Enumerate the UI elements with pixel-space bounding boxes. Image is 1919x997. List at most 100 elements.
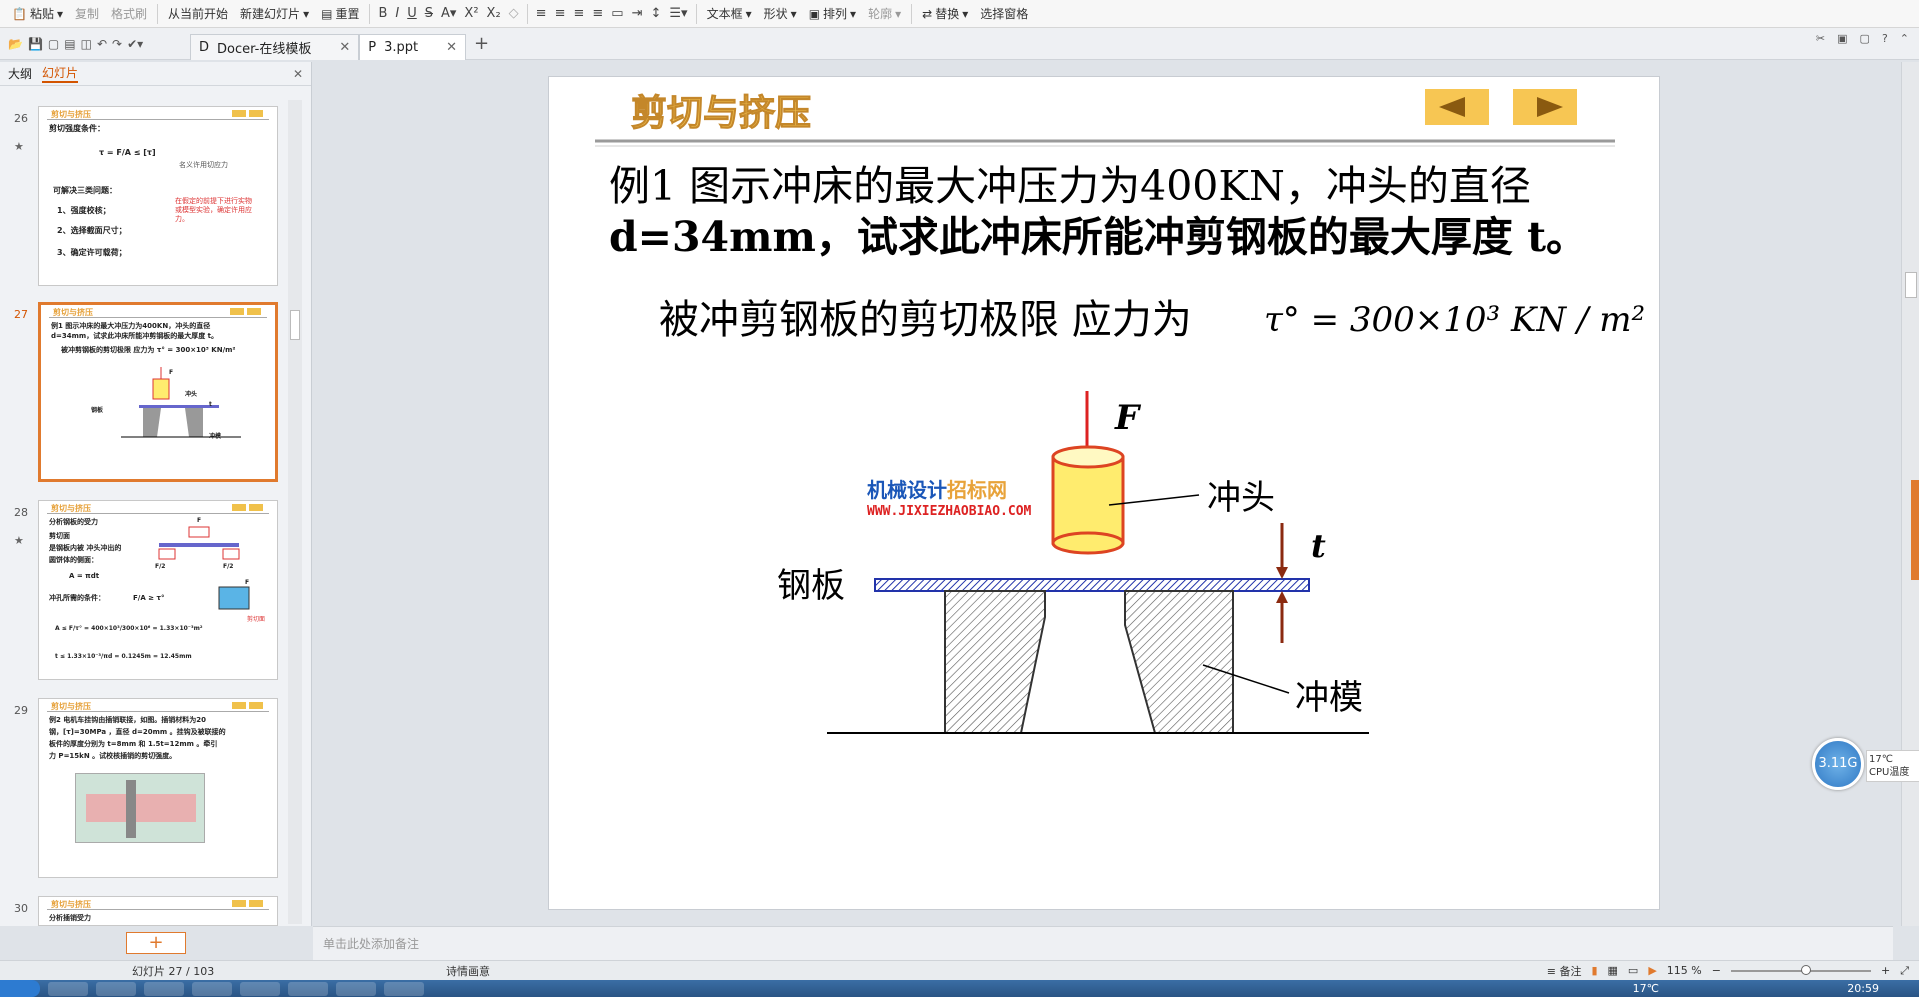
list-item: 28 ★ 剪切与挤压 分析钢板的受力 剪切面 是钢板内被 冲头冲出的 圆饼体的侧… (0, 500, 300, 680)
add-tab-icon[interactable]: + (474, 33, 489, 54)
chevron-down-icon: ▾ (56, 6, 63, 21)
taskbar-app[interactable] (288, 981, 328, 996)
undo-icon[interactable]: ↶ (97, 37, 107, 51)
tab-3ppt[interactable]: P 3.ppt ✕ (359, 33, 467, 60)
reset-button[interactable]: ▤ 重置 (315, 2, 365, 26)
strikethrough-icon[interactable]: S (421, 6, 437, 21)
start-button[interactable] (0, 980, 40, 997)
slide-thumbnail-26[interactable]: 剪切与挤压 剪切强度条件： τ = F/A ≤ [τ] 可解决三类问题： 1、强… (38, 106, 278, 286)
thumbnail-scrollbar[interactable] (288, 100, 302, 924)
taskbar-app[interactable] (384, 981, 424, 996)
justify-icon[interactable]: ≡ (588, 6, 607, 21)
minimize-icon[interactable]: ▢ (1860, 32, 1870, 45)
customize-icon[interactable]: ✔▾ (127, 37, 143, 51)
fit-icon[interactable]: ⤢ (1900, 964, 1909, 978)
taskbar-app[interactable] (192, 981, 232, 996)
chevron-down-icon: ▾ (962, 6, 969, 21)
tab-docer[interactable]: D Docer-在线模板 ✕ (190, 33, 360, 60)
thumb-text: 冲模 (209, 433, 222, 440)
thumb-text: F (197, 517, 202, 524)
sorter-view-icon[interactable]: ▦ (1608, 964, 1618, 977)
close-icon[interactable]: ✕ (293, 67, 303, 81)
side-panel-tab[interactable] (1911, 480, 1919, 580)
scrollbar-thumb[interactable] (1905, 272, 1917, 298)
collapse-icon[interactable]: ⌃ (1900, 32, 1909, 45)
zoom-in-icon[interactable]: + (1881, 964, 1890, 977)
align-right-icon[interactable]: ≡ (569, 6, 588, 21)
thumb-text: t (209, 401, 212, 408)
save-icon[interactable]: 💾 (28, 37, 43, 51)
close-icon[interactable]: ✕ (339, 40, 350, 55)
thumb-text: F (245, 579, 250, 586)
tab-slides[interactable]: 幻灯片 (42, 64, 79, 83)
print-icon[interactable]: ▤ (64, 37, 75, 51)
notes-toggle[interactable]: ≡ 备注 (1547, 963, 1582, 979)
taskbar-app[interactable] (240, 981, 280, 996)
taskbar-app[interactable] (144, 981, 184, 996)
slide-thumbnail-28[interactable]: 剪切与挤压 分析钢板的受力 剪切面 是钢板内被 冲头冲出的 圆饼体的侧面： A … (38, 500, 278, 680)
slide-thumbnail-30[interactable]: 剪切与挤压 分析插销受力 (38, 896, 278, 926)
slide-thumbnail-29[interactable]: 剪切与挤压 例2 电机车挂钩由插销联接，如图。插销材料为20 钢，[τ]=30M… (38, 698, 278, 878)
distribute-icon[interactable]: ▭ (607, 6, 627, 21)
clear-format-icon[interactable]: ◇ (505, 6, 523, 21)
format-painter-button[interactable]: 格式刷 (105, 2, 153, 26)
divider (47, 711, 269, 712)
cpu-frequency: 3.11G (1812, 738, 1864, 790)
taskbar-app[interactable] (336, 981, 376, 996)
pin-icon[interactable]: ✂ (1816, 32, 1825, 45)
thumb-text: 1、强度校核； (57, 206, 111, 215)
slideshow-icon[interactable]: ▶ (1648, 964, 1656, 977)
scrollbar-thumb[interactable] (290, 310, 300, 340)
indent-icon[interactable]: ⇥ (628, 6, 647, 21)
align-left-icon[interactable]: ≡ (532, 6, 551, 21)
thumb-text: 可解决三类问题： (53, 186, 117, 195)
normal-view-icon[interactable]: ▮ (1591, 964, 1597, 977)
replace-button[interactable]: ⇄ 替换 ▾ (916, 2, 974, 26)
line-spacing-icon[interactable]: ↕ (647, 6, 666, 21)
notes-area[interactable]: 单击此处添加备注 (313, 926, 1893, 960)
tab-outline[interactable]: 大纲 (8, 65, 32, 82)
preview-icon[interactable]: ◫ (81, 37, 92, 51)
restore-icon[interactable]: ▣ (1837, 32, 1847, 45)
superscript-icon[interactable]: X² (460, 6, 482, 21)
redo-icon[interactable]: ↷ (112, 37, 122, 51)
divider (47, 513, 269, 514)
taskbar-app[interactable] (96, 981, 136, 996)
thumb-text: 钢板 (91, 407, 104, 414)
zoom-knob[interactable] (1800, 964, 1811, 975)
copy-button[interactable]: 复制 (69, 2, 105, 26)
docer-icon: D (199, 39, 210, 55)
zoom-out-icon[interactable]: − (1712, 964, 1721, 977)
zoom-slider[interactable] (1730, 964, 1871, 975)
add-slide-button[interactable]: + (126, 932, 186, 954)
taskbar-clock[interactable]: 20:59 (1847, 982, 1879, 995)
reading-view-icon[interactable]: ▭ (1628, 964, 1638, 977)
chevron-down-icon: ▾ (850, 6, 857, 21)
open-icon[interactable]: 📂 (8, 37, 23, 51)
zoom-level[interactable]: 115 % (1667, 964, 1702, 977)
font-color-icon[interactable]: A▾ (437, 6, 460, 21)
text-box-button[interactable]: 文本框 ▾ (701, 2, 758, 26)
slide-thumbnail-pane: 大纲 幻灯片 ✕ 26 ★ 剪切与挤压 剪切强度条件： τ = F/A ≤ [τ… (0, 62, 312, 926)
from-current-button[interactable]: 从当前开始 (162, 2, 234, 26)
help-icon[interactable]: ? (1882, 32, 1888, 45)
taskbar-app[interactable] (48, 981, 88, 996)
subscript-icon[interactable]: X₂ (483, 6, 505, 21)
select-pane-button[interactable]: 选择窗格 (974, 2, 1034, 26)
shape-button[interactable]: 形状 ▾ (758, 2, 803, 26)
current-slide[interactable]: 剪切与挤压 例1 图示冲床的最大冲压力为400KN，冲头的直径 d=34mm，试… (548, 76, 1660, 910)
cpu-widget[interactable]: 3.11G 17℃ CPU温度 (1812, 738, 1919, 790)
outline-button[interactable]: 轮廓 ▾ (862, 2, 907, 26)
paste-button[interactable]: 📋 粘贴 ▾ (6, 2, 69, 26)
new-slide-button[interactable]: 新建幻灯片 ▾ (234, 2, 315, 26)
separator (369, 3, 371, 24)
list-icon[interactable]: ☰▾ (665, 6, 691, 21)
close-icon[interactable]: ✕ (446, 40, 457, 55)
slide-thumbnail-27[interactable]: 剪切与挤压 例1 图示冲床的最大冲压力为400KN，冲头的直径 d=34mm，试… (38, 302, 278, 482)
italic-icon[interactable]: I (391, 6, 403, 21)
underline-icon[interactable]: U (403, 6, 421, 21)
align-center-icon[interactable]: ≡ (551, 6, 570, 21)
save-as-icon[interactable]: ▢ (48, 37, 59, 51)
arrange-button[interactable]: ▣ 排列 ▾ (803, 2, 862, 26)
bold-icon[interactable]: B (374, 6, 391, 21)
